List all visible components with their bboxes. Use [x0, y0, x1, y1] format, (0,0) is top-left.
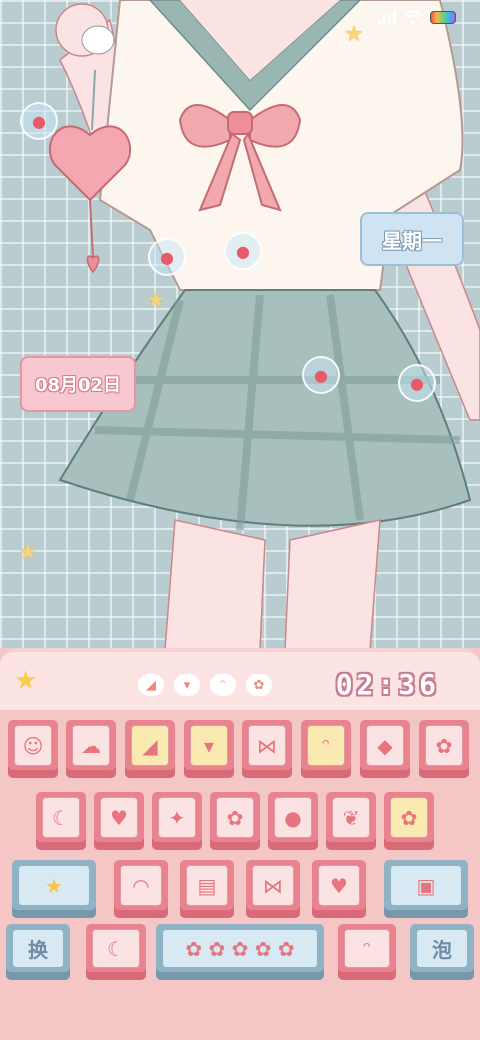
bunny-icon: ᵔ: [321, 733, 331, 758]
heart-icon: ♥: [110, 805, 128, 830]
key-strawberry[interactable]: ●: [268, 792, 318, 850]
battery-icon: [430, 10, 456, 24]
sparkle-icon: ✦: [168, 805, 186, 830]
star-icon: ★: [18, 540, 38, 565]
key-ribbon-2[interactable]: ⋈: [246, 860, 300, 918]
girl-illustration: [49, 0, 480, 650]
date-text: 08月02日: [34, 375, 122, 396]
key-watermelon[interactable]: ◢: [125, 720, 175, 778]
clock: 02:36: [335, 668, 440, 701]
strawberry-bubble-icon: ●: [148, 238, 186, 276]
carrot-icon: ▾: [203, 733, 215, 758]
ribbon-icon: ⋈: [263, 873, 283, 898]
key-carrot[interactable]: ▾: [184, 720, 234, 778]
key-candy[interactable]: ◆: [360, 720, 410, 778]
key-peach[interactable]: ❦: [326, 792, 376, 850]
key-moon[interactable]: ☾: [36, 792, 86, 850]
keyboard-toolbar: ★ ◢ ▾ ᵔ ✿ 02:36: [0, 648, 480, 710]
key-winged-heart[interactable]: ♥: [312, 860, 366, 918]
key-sun-face[interactable]: ☺: [8, 720, 58, 778]
key-bunny[interactable]: ᵔ: [301, 720, 351, 778]
key-switch[interactable]: 换: [6, 924, 70, 980]
key-space[interactable]: ✿ ✿ ✿ ✿ ✿: [156, 924, 324, 980]
carrot-icon[interactable]: ▾: [174, 674, 200, 696]
comet-icon: ★: [45, 873, 63, 898]
key-rainbow[interactable]: ◠: [114, 860, 168, 918]
bunny-moon-icon: ☾: [107, 936, 125, 961]
strawberry-icon: ●: [284, 805, 302, 830]
weekday-text: 星期一: [382, 228, 442, 253]
bunny-icon[interactable]: ᵔ: [210, 674, 236, 696]
cake-icon: ▤: [197, 873, 217, 898]
key-bunny-2[interactable]: ᵔ: [338, 924, 396, 980]
winged-heart-icon: ♥: [330, 873, 348, 898]
watermelon-icon: ◢: [142, 733, 158, 758]
rainbow-icon: ◠: [132, 873, 150, 898]
date-widget[interactable]: 08月02日: [20, 356, 136, 412]
flower-icon: ✿: [400, 805, 418, 830]
enter-label: 泡: [432, 938, 452, 962]
strawberry-bubble-icon: ●: [20, 102, 58, 140]
strawberry-bubble-icon: ●: [224, 232, 262, 270]
keyboard: ★ ◢ ▾ ᵔ ✿ 02:36 ☺ ☁ ◢ ▾ ⋈ ᵔ ◆ ✿ ☾ ♥ ✦ ✿ …: [0, 648, 480, 1040]
status-bar: [378, 10, 456, 24]
comet-icon[interactable]: ★: [14, 666, 37, 696]
signal-icon: [378, 10, 396, 24]
flower-icon[interactable]: ✿: [246, 674, 272, 696]
key-flower-3[interactable]: ✿: [384, 792, 434, 850]
star-icon: ★: [146, 288, 166, 313]
key-flower[interactable]: ✿: [419, 720, 469, 778]
strawberry-bubble-icon: ●: [302, 356, 340, 394]
watermelon-icon[interactable]: ◢: [138, 674, 164, 696]
wifi-icon: [404, 10, 422, 24]
key-shift[interactable]: ★: [12, 860, 96, 918]
camera-icon: ▣: [416, 873, 436, 898]
key-delete[interactable]: ▣: [384, 860, 468, 918]
ribbon-icon: ⋈: [257, 733, 277, 758]
flower-row-icon: ✿ ✿ ✿ ✿ ✿: [185, 936, 295, 961]
key-heart[interactable]: ♥: [94, 792, 144, 850]
candy-icon: ◆: [377, 733, 393, 758]
moon-icon: ☾: [52, 805, 70, 830]
key-sparkle[interactable]: ✦: [152, 792, 202, 850]
flower-icon: ✿: [435, 733, 453, 758]
cloud-icon: ☁: [81, 733, 101, 758]
key-ribbon[interactable]: ⋈: [242, 720, 292, 778]
key-bunny-moon[interactable]: ☾: [86, 924, 146, 980]
peach-icon: ❦: [342, 805, 360, 830]
switch-label: 换: [28, 938, 48, 962]
key-cake[interactable]: ▤: [180, 860, 234, 918]
wallpaper: ● ● ● ● ● ★ ★ ★ 08月02日 星期一: [0, 0, 480, 650]
bunny-icon: ᵔ: [362, 936, 372, 961]
weekday-widget[interactable]: 星期一: [360, 212, 464, 266]
key-flower-2[interactable]: ✿: [210, 792, 260, 850]
strawberry-bubble-icon: ●: [398, 364, 436, 402]
flower-icon: ✿: [226, 805, 244, 830]
key-cloud[interactable]: ☁: [66, 720, 116, 778]
key-enter[interactable]: 泡: [410, 924, 474, 980]
sun-face-icon: ☺: [22, 733, 44, 758]
star-icon: ★: [344, 22, 364, 47]
quick-icon-row: ◢ ▾ ᵔ ✿: [138, 674, 272, 696]
